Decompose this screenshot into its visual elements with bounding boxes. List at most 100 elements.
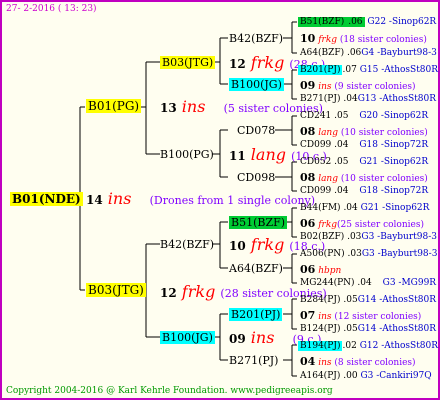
- gen-ins: frkg: [181, 282, 216, 301]
- row-name: A164(PJ): [300, 371, 341, 381]
- row-num: .05: [334, 157, 349, 167]
- row-num: .05: [334, 111, 349, 121]
- node-label: CD078: [237, 124, 276, 137]
- row-note: (9 sister colonies): [334, 82, 416, 92]
- row-loc: G3 -MG99R: [382, 278, 437, 288]
- row-loc: G22 -Sinop62R: [367, 17, 437, 27]
- node-b42bzf-top[interactable]: B42(BZF): [229, 32, 283, 45]
- row-12[interactable]: CD099 .04 G18 -Sinop72R: [300, 185, 428, 198]
- root-gen-number: 14: [86, 193, 103, 207]
- row-gen: 07: [300, 309, 316, 322]
- row-name: A506(PN): [300, 249, 345, 259]
- root-node[interactable]: B01(NDE): [10, 192, 83, 206]
- node-b201pj[interactable]: B201(PJ): [229, 308, 283, 321]
- row-16[interactable]: A506(PN) .03G3 -Bayburt98-3: [300, 248, 437, 261]
- parent-b01pg[interactable]: B01(PG): [86, 99, 142, 113]
- row-2: 10 frkg (18 sister colonies): [300, 32, 427, 47]
- row-loc: G3 -Bayburt98-3: [361, 232, 437, 242]
- row-name: B51(BZF): [298, 17, 347, 27]
- row-ins: hbpn: [318, 266, 342, 276]
- node-b271pj[interactable]: B271(PJ): [229, 354, 278, 367]
- node-b42bzf[interactable]: B42(BZF): [160, 238, 214, 251]
- row-14: 06 frkg(25 sister colonies): [300, 217, 424, 232]
- row-9[interactable]: CD099 .04 G18 -Sinop72R: [300, 139, 428, 152]
- row-13[interactable]: B44(FM) .04 G21 -Sinop62R: [300, 202, 429, 215]
- node-label: B42(BZF): [229, 32, 284, 45]
- gen-number: 10: [229, 239, 246, 253]
- row-loc: G13 -AthosSt80R: [357, 94, 437, 104]
- row-4[interactable]: B201(PJ) .07 G15 -AthosSt80R: [298, 64, 438, 77]
- node-b03jtg[interactable]: B03(JTG): [160, 56, 216, 69]
- node-label: A64(BZF): [229, 262, 283, 275]
- gen-number: 09: [229, 332, 246, 346]
- row-3[interactable]: A64(BZF) .06G4 -Bayburt98-3: [300, 47, 437, 60]
- row-5: 09 ins (9 sister colonies): [300, 79, 416, 94]
- row-gen: 06: [300, 263, 316, 276]
- row-21[interactable]: B124(PJ) .05G14 -AthosSt80R: [300, 323, 436, 336]
- row-23: 04 ins (8 sister colonies): [300, 355, 416, 370]
- row-num: .05: [343, 324, 358, 334]
- row-name: CD099: [300, 140, 332, 150]
- node-b100jg[interactable]: B100(JG): [160, 331, 215, 344]
- row-gen: 06: [300, 217, 316, 230]
- gen-ins: frkg: [250, 235, 285, 254]
- row-num: .03: [347, 232, 362, 242]
- row-20: 07 ins (12 sister colonies): [300, 309, 421, 324]
- row-name: MG244(PN): [300, 278, 355, 288]
- root-name: B01(NDE): [10, 192, 83, 206]
- copyright-footer: Copyright 2004-2016 @ Karl Kehrle Founda…: [6, 386, 333, 396]
- row-loc: G20 -Sinop62R: [359, 111, 429, 121]
- row-loc: G21 -Sinop62R: [360, 203, 430, 213]
- row-15[interactable]: B02(BZF) .03G3 -Bayburt98-3: [300, 231, 437, 244]
- row-1[interactable]: B51(BZF) .06 G22 -Sinop62R: [298, 16, 436, 29]
- row-22[interactable]: B194(PJ) .02 G12 -AthosSt80R: [298, 340, 438, 353]
- node-cd078[interactable]: CD078: [237, 124, 275, 137]
- row-gen: 10: [300, 32, 316, 45]
- row-10[interactable]: CD052 .05 G21 -Sinop62R: [300, 156, 428, 169]
- node-cd098[interactable]: CD098: [237, 171, 275, 184]
- gen-number: 11: [229, 149, 246, 163]
- row-18[interactable]: MG244(PN) .04 G3 -MG99R: [300, 277, 436, 290]
- row-name: CD241: [300, 111, 332, 121]
- node-b100pg[interactable]: B100(PG): [160, 148, 214, 161]
- gen-number: 12: [160, 286, 177, 300]
- root-note: (Drones from 1 single colony): [149, 194, 316, 207]
- node-b03jtg-name: B03(JTG): [160, 56, 216, 69]
- row-7[interactable]: CD241 .05 G20 -Sinop62R: [300, 110, 428, 123]
- row-name: B194(PJ): [298, 341, 343, 351]
- row-name: B284(PJ): [300, 295, 341, 305]
- gen-ins: lang: [250, 145, 286, 164]
- row-loc: G12 -AthosSt80R: [359, 341, 439, 351]
- node-label: B201(PJ): [229, 308, 283, 321]
- row-ins: lang: [318, 128, 338, 138]
- row-ins: frkg: [318, 35, 338, 45]
- node-b100jg-top[interactable]: B100(JG): [229, 78, 284, 91]
- row-loc: G18 -Sinop72R: [359, 140, 429, 150]
- row-name: CD052: [300, 157, 332, 167]
- row-num: .02: [342, 341, 357, 351]
- row-ins: frkg: [318, 220, 338, 230]
- gen-ins: ins: [250, 328, 275, 347]
- row-loc: G3 -Bayburt98-3: [361, 249, 438, 259]
- node-label: B100(JG): [229, 78, 284, 91]
- row-ins: ins: [318, 358, 332, 368]
- gen-number: 13: [160, 101, 177, 115]
- row-num: .04: [357, 278, 372, 288]
- row-num: .06: [346, 48, 362, 58]
- row-24[interactable]: A164(PJ) .00 G3 -Cankiri97Q: [300, 370, 432, 383]
- row-loc: G14 -AthosSt80R: [357, 295, 437, 305]
- parent-b03jtg[interactable]: B03(JTG): [86, 283, 146, 297]
- row-ins: lang: [318, 174, 338, 184]
- row-loc: G21 -Sinop62R: [359, 157, 429, 167]
- row-name: B271(PJ): [300, 94, 341, 104]
- timestamp: 27- 2-2016 ( 13: 23): [6, 4, 97, 14]
- row-loc: G14 -AthosSt80R: [357, 324, 437, 334]
- node-a64bzf[interactable]: A64(BZF): [229, 262, 283, 275]
- row-gen: 04: [300, 355, 316, 368]
- node-b51bzf[interactable]: B51(BZF): [229, 216, 288, 229]
- row-6[interactable]: B271(PJ) .04G13 -AthosSt80R: [300, 93, 436, 106]
- row-19[interactable]: B284(PJ) .05G14 -AthosSt80R: [300, 294, 436, 307]
- row-loc: G3 -Cankiri97Q: [360, 371, 432, 381]
- row-ins: ins: [318, 312, 332, 322]
- row-num: .04: [343, 94, 358, 104]
